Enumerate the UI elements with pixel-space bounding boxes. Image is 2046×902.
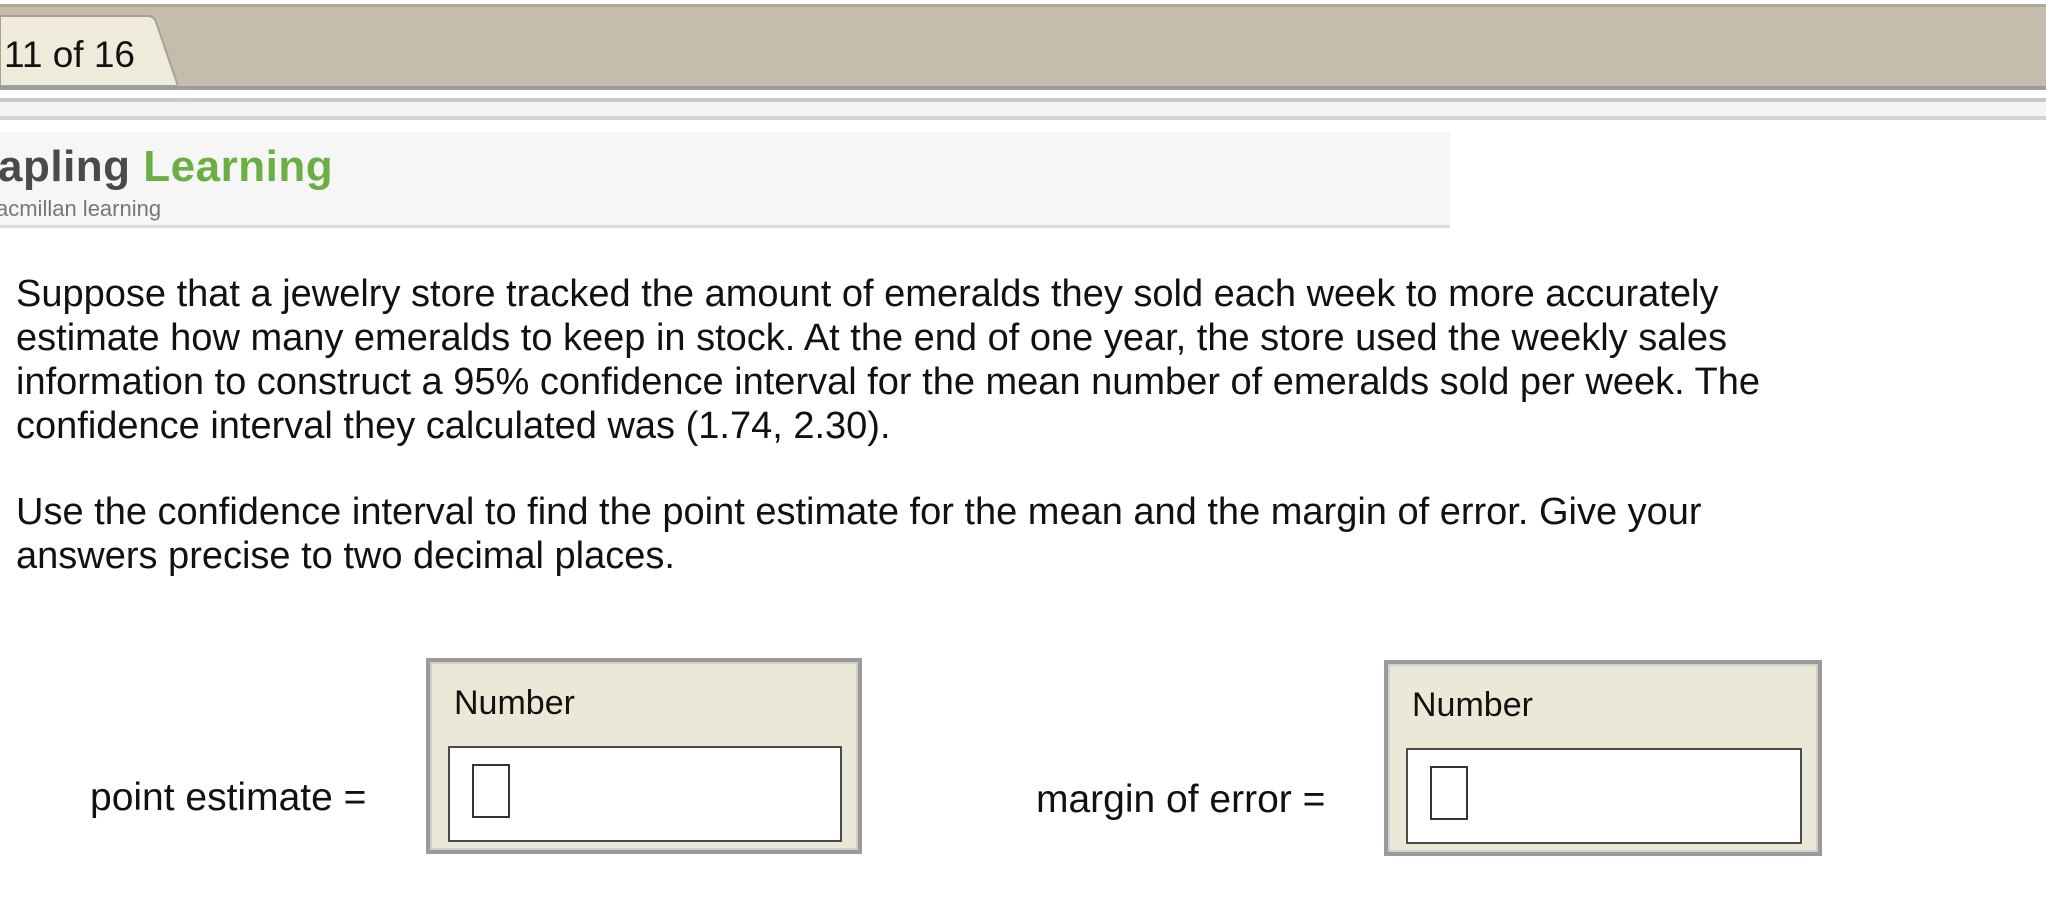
tab-bar — [0, 4, 2046, 90]
logo-banner: apling Learning acmillan learning — [0, 132, 1450, 228]
point-estimate-label: point estimate = — [90, 776, 367, 819]
logo: apling Learning — [0, 142, 333, 192]
logo-sapling-text: apling — [0, 142, 131, 191]
margin-of-error-number-header: Number — [1412, 686, 1533, 724]
point-estimate-answer-box: Number — [426, 658, 862, 854]
tab-label: 11 of 16 — [4, 34, 135, 75]
margin-of-error-input[interactable] — [1406, 748, 1802, 844]
margin-of-error-label: margin of error = — [1036, 778, 1326, 821]
logo-subtitle: acmillan learning — [0, 196, 162, 221]
logo-learning-text: Learning — [143, 142, 334, 191]
point-estimate-input[interactable] — [448, 746, 842, 842]
question-paragraph-2: Use the confidence interval to find the … — [16, 491, 1702, 577]
text-cursor-icon — [472, 764, 510, 818]
question-text: Suppose that a jewelry store tracked the… — [16, 272, 2046, 578]
tab-bar-divider — [0, 98, 2046, 120]
point-estimate-number-header: Number — [454, 684, 575, 722]
question-paragraph-1: Suppose that a jewelry store tracked the… — [16, 273, 1760, 447]
page: 11 of 16 apling Learning acmillan learni… — [0, 0, 2046, 902]
margin-of-error-answer-box: Number — [1384, 660, 1822, 856]
text-cursor-icon — [1430, 766, 1468, 820]
tab-question-counter[interactable]: 11 of 16 — [0, 14, 178, 86]
